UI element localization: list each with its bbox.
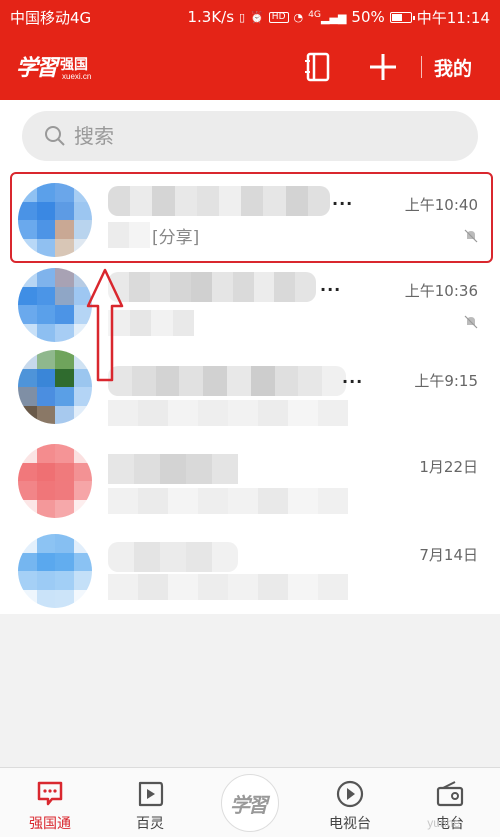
- tab-qiangguotong[interactable]: 强国通: [10, 768, 90, 837]
- chat-list: ... 上午10:40 [分享] ... 上午10:36 ... 上午9:15 …: [0, 166, 500, 614]
- search-bar[interactable]: [22, 111, 478, 161]
- bottom-nav: 强国通 百灵 学習 电视台 电台 yunhe: [0, 767, 500, 837]
- search-icon: [44, 125, 66, 147]
- radio-icon: [436, 780, 464, 808]
- logo-brand: 强国: [60, 57, 88, 73]
- message-preview-blurred: [108, 574, 348, 600]
- alarm-icon: ⏰: [250, 10, 264, 24]
- message-preview-blurred: [108, 488, 348, 514]
- vibrate-icon: ▯: [239, 10, 246, 24]
- tab-label: 电视台: [329, 816, 371, 832]
- tab-label: 强国通: [29, 816, 71, 832]
- search-input[interactable]: [74, 119, 454, 153]
- xuexi-logo-icon[interactable]: 学習: [221, 774, 279, 832]
- status-bar: 中国移动4G 1.3K/s ▯ ⏰ HD ◔ 4G▂▄▆ 50% 中午11:14: [0, 0, 500, 34]
- name-ellipsis: ...: [342, 368, 364, 387]
- name-ellipsis: ...: [332, 190, 354, 209]
- chat-row-4[interactable]: 1月22日: [0, 438, 500, 526]
- mute-bell-icon: [464, 314, 478, 329]
- contact-name-blurred: [108, 186, 330, 216]
- logo-domain: xuexi.cn: [62, 72, 92, 81]
- mute-bell-icon: [464, 228, 478, 243]
- logo-script: 学習: [16, 55, 58, 81]
- contact-name-blurred: [108, 542, 238, 572]
- tab-label: 百灵: [136, 816, 164, 832]
- chat-row-2[interactable]: ... 上午10:36: [0, 264, 500, 352]
- search-area: [0, 100, 500, 166]
- signal-icon: 4G▂▄▆: [308, 9, 347, 25]
- mine-button[interactable]: 我的: [434, 54, 472, 81]
- up-arrow-annotation: [85, 268, 125, 384]
- contact-name-blurred: [108, 366, 346, 396]
- appbar-divider: [421, 56, 422, 78]
- chat-time: 上午9:15: [414, 372, 478, 390]
- contact-name-blurred: [108, 272, 316, 302]
- avatar: [18, 444, 92, 518]
- clock: 中午11:14: [416, 8, 490, 27]
- avatar: [18, 350, 92, 424]
- chat-row-3[interactable]: ... 上午9:15: [0, 350, 500, 438]
- wifi-icon: ◔: [293, 10, 304, 24]
- network-speed: 1.3K/s: [187, 8, 235, 26]
- name-ellipsis: ...: [320, 276, 342, 295]
- chat-row-1[interactable]: ... 上午10:40 [分享]: [0, 176, 500, 264]
- carrier-label: 中国移动4G: [10, 8, 92, 27]
- xuexi-logo: 学習 强国 xuexi.cn: [16, 48, 96, 88]
- sender-blurred: [108, 222, 150, 248]
- battery-icon: [389, 11, 415, 23]
- center-logo-text: 学習: [230, 793, 268, 817]
- chat-bubble-icon: [36, 780, 64, 808]
- battery-percent: 50%: [351, 8, 385, 26]
- app-bar: 学習 强国 xuexi.cn 我的: [0, 34, 500, 100]
- app-header: 中国移动4G 1.3K/s ▯ ⏰ HD ◔ 4G▂▄▆ 50% 中午11:14…: [0, 0, 500, 100]
- add-icon[interactable]: [368, 52, 398, 82]
- message-preview-blurred: [108, 400, 348, 426]
- chat-time: 7月14日: [419, 546, 478, 564]
- avatar: [18, 534, 92, 608]
- avatar: [18, 183, 92, 257]
- hd-icon: HD: [268, 11, 289, 23]
- video-play-icon: [136, 780, 164, 808]
- contacts-book-icon[interactable]: [305, 52, 331, 82]
- signal-4g-label: 4G: [308, 9, 322, 21]
- chat-row-5[interactable]: 7月14日: [0, 526, 500, 614]
- chat-time: 1月22日: [419, 458, 478, 476]
- status-indicators: 1.3K/s ▯ ⏰ HD ◔ 4G▂▄▆ 50% 中午11:14: [187, 7, 490, 28]
- message-preview-tag: [分享]: [152, 228, 200, 248]
- watermark: yunhe: [427, 816, 460, 830]
- chat-time: 上午10:40: [404, 196, 478, 214]
- chat-time: 上午10:36: [404, 282, 478, 300]
- tab-tv[interactable]: 电视台: [310, 768, 390, 837]
- avatar: [18, 268, 92, 342]
- tab-bailing[interactable]: 百灵: [110, 768, 190, 837]
- contact-name-blurred: [108, 454, 238, 484]
- tv-play-icon: [336, 780, 364, 808]
